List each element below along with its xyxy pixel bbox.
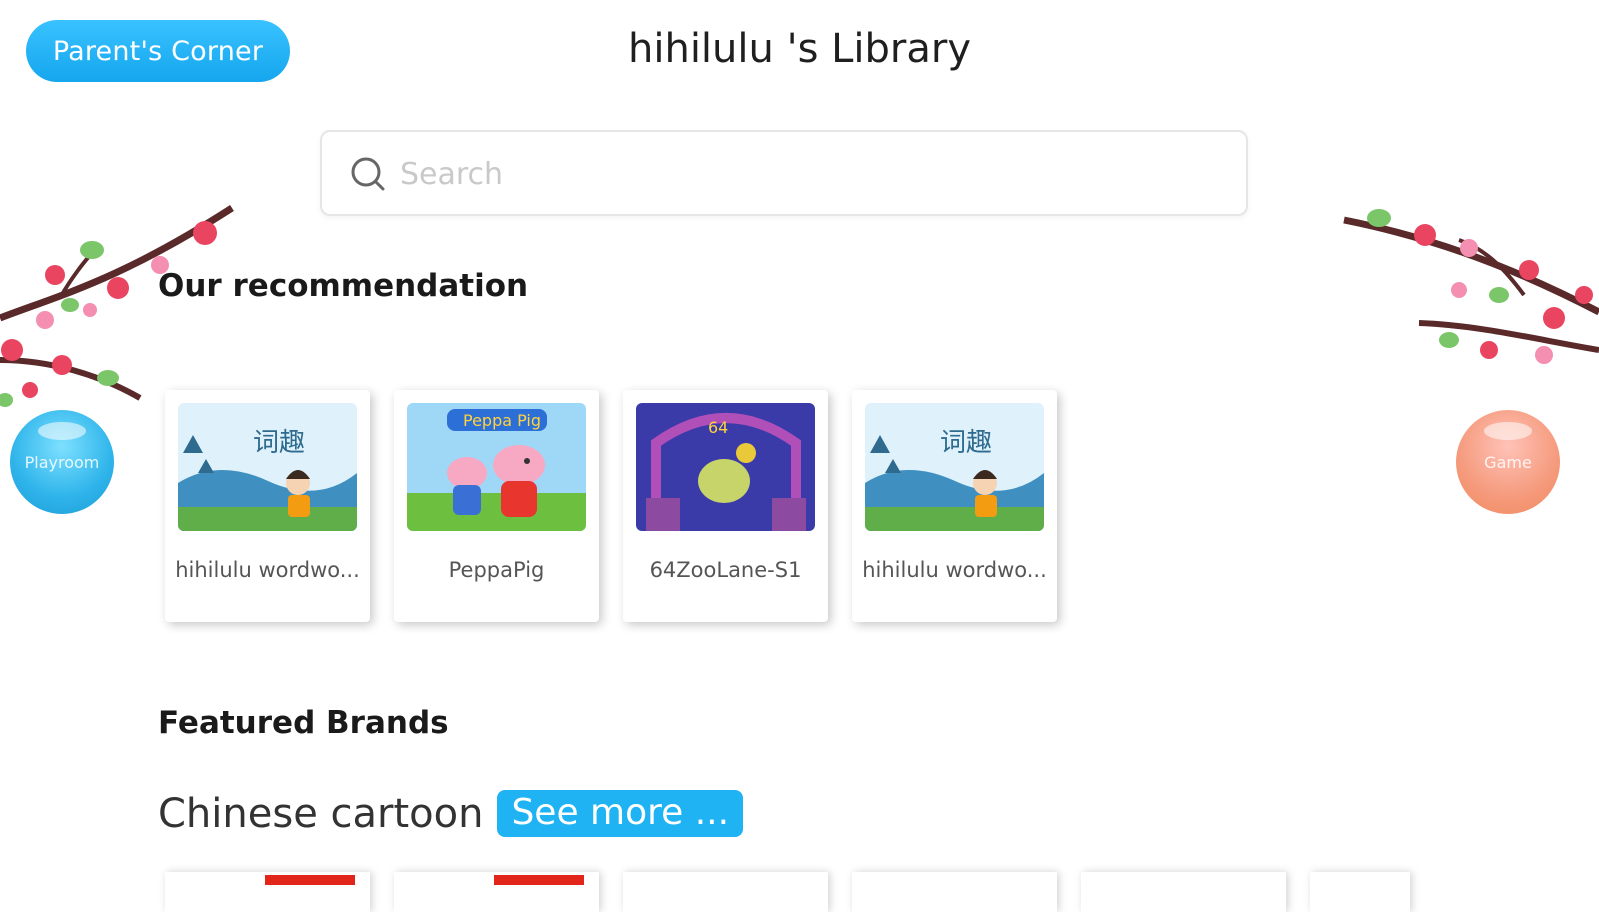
peppa-pig-thumbnail: Peppa Pig [407,403,586,531]
featured-card[interactable] [1081,872,1286,912]
game-label: Game [1484,452,1532,472]
svg-text:词趣: 词趣 [253,428,305,458]
recommendation-row: 词趣 hihilulu wordwo... Peppa Pig PeppaPig [165,390,1057,622]
recommendation-card[interactable]: Peppa Pig PeppaPig [394,390,599,622]
featured-card[interactable] [165,872,370,912]
recommendation-caption: hihilulu wordwo... [175,558,360,582]
game-button[interactable]: Game [1456,410,1560,514]
recommendation-card[interactable]: 词趣 hihilulu wordwo... [852,390,1057,622]
svg-text:64: 64 [708,418,728,437]
wordworld-thumbnail: 词趣 [865,403,1044,531]
svg-text:Peppa Pig: Peppa Pig [463,411,541,430]
zoolane-thumbnail: 64 [636,403,815,531]
category-row: Chinese cartoon See more ... [158,790,744,837]
featured-card[interactable] [1310,872,1410,912]
recommendation-caption: PeppaPig [448,558,545,582]
search-input[interactable] [398,148,1222,200]
featured-card[interactable] [852,872,1057,912]
featured-card[interactable] [394,872,599,912]
svg-text:词趣: 词趣 [940,428,992,458]
featured-brands-title: Featured Brands [158,705,449,741]
page-title: hihilulu 's Library [628,26,971,72]
featured-card-row [165,872,1410,912]
recommendation-section-title: Our recommendation [158,268,529,304]
wordworld-thumbnail: 词趣 [178,403,357,531]
search-bar[interactable] [320,130,1248,216]
category-label: Chinese cartoon [158,790,484,837]
recommendation-card[interactable]: 64 64ZooLane-S1 [623,390,828,622]
playroom-button[interactable]: Playroom [10,410,114,514]
featured-card[interactable] [623,872,828,912]
search-icon [351,157,385,191]
recommendation-caption: hihilulu wordwo... [862,558,1047,582]
playroom-label: Playroom [24,452,100,472]
see-more-button[interactable]: See more ... [497,790,744,837]
cherry-blossom-branch-left-icon [0,205,234,407]
recommendation-caption: 64ZooLane-S1 [649,558,802,582]
cherry-blossom-branch-right-icon [1343,209,1599,364]
recommendation-card[interactable]: 词趣 hihilulu wordwo... [165,390,370,622]
